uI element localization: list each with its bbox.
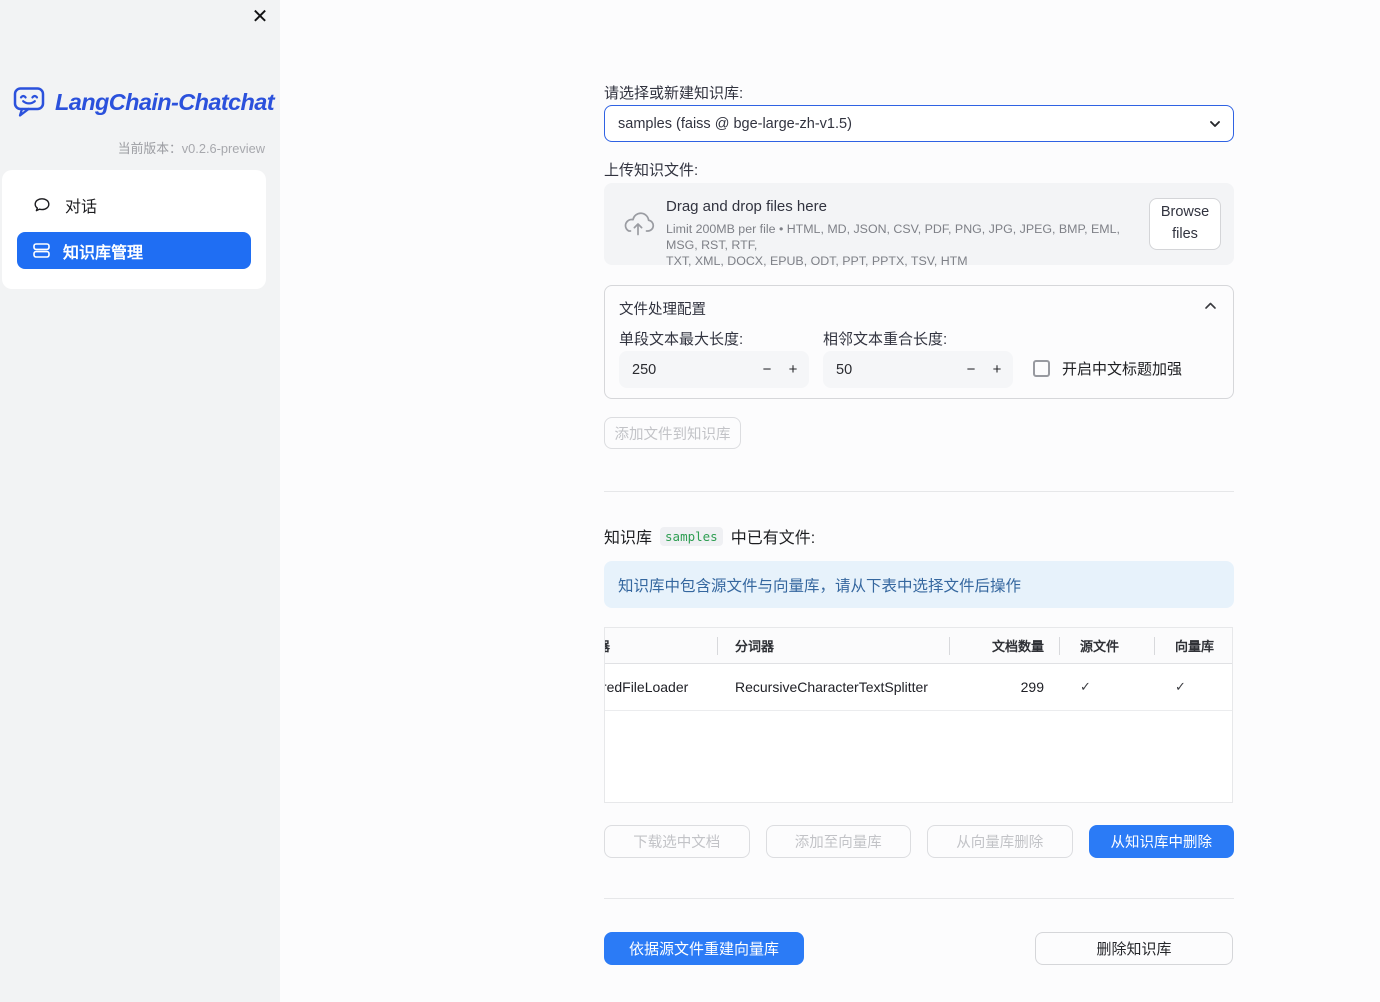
minus-stepper-button[interactable]: − [755,351,779,388]
chevron-up-icon[interactable] [1204,301,1217,310]
delete-from-vector-store-button[interactable]: 从向量库删除 [927,825,1073,858]
sidebar-item-label: 对话 [65,199,98,216]
expander-title[interactable]: 文件处理配置 [619,298,706,319]
header-source-file: 源文件 [1080,639,1120,654]
sidebar: ✕ LangChain-Chatchat 当前版本：v0.2.6-preview [0,0,280,1002]
cell-doc-count: 299 [1020,679,1044,695]
plus-stepper-button[interactable]: + [781,351,805,388]
file-config-expander: 文件处理配置 单段文本最大长度: 相邻文本重合长度: 250 − + 50 − … [604,285,1234,399]
kb-files-heading: 知识库 samples 中已有文件: [604,524,815,548]
main-content: 请选择或新建知识库: samples (faiss @ bge-large-zh… [604,0,1234,1002]
cell-splitter: RecursiveCharacterTextSplitter [735,679,928,695]
zh-title-enhance-checkbox[interactable] [1033,360,1050,377]
kb-select-value: samples (faiss @ bge-large-zh-v1.5) [618,115,852,132]
cell-source-file-check: ✓ [1080,679,1091,694]
sidebar-item-kb-management[interactable]: 知识库管理 [17,232,251,269]
chat-bubble-icon [33,196,51,214]
kb-files-table: 加载器 分词器 文档数量 源文件 向量库 UnstructuredFileLoa… [604,627,1233,803]
chunk-size-input[interactable]: 250 − + [619,351,809,388]
overlap-size-label: 相邻文本重合长度: [823,331,948,348]
chunk-size-value: 250 [632,361,657,378]
column-separator [949,637,950,655]
add-to-vector-store-button[interactable]: 添加至向量库 [765,825,911,858]
kb-stack-icon [33,243,50,258]
divider [604,491,1234,492]
column-separator [717,637,718,655]
delete-from-kb-button[interactable]: 从知识库中删除 [1088,825,1234,858]
zh-title-enhance-row: 开启中文标题加强 [1033,358,1182,379]
kb-name-chip: samples [660,526,723,546]
table-row[interactable]: UnstructuredFileLoader RecursiveCharacte… [605,664,1232,711]
column-separator [1154,637,1155,655]
sidebar-menu: 对话 知识库管理 [2,170,266,289]
kb-files-suffix: 中已有文件: [730,530,816,547]
header-doc-count: 文档数量 [991,639,1044,654]
logo-chat-face-icon [12,85,46,119]
column-separator [1059,637,1060,655]
add-files-to-kb-button[interactable]: 添加文件到知识库 [604,417,741,449]
dropzone-title: Drag and drop files here [666,198,827,215]
download-selected-button[interactable]: 下载选中文档 [604,825,750,858]
info-banner: 知识库中包含源文件与向量库，请从下表中选择文件后操作 [604,561,1234,608]
zh-title-enhance-label: 开启中文标题加强 [1062,361,1183,378]
table-header-row: 加载器 分词器 文档数量 源文件 向量库 [605,628,1232,664]
overlap-size-value: 50 [836,361,853,378]
delete-kb-button[interactable]: 删除知识库 [1035,932,1233,965]
chevron-down-icon [1208,117,1222,131]
overlap-size-input[interactable]: 50 − + [823,351,1013,388]
cell-loader: UnstructuredFileLoader [605,679,689,695]
header-loader: 加载器 [605,636,717,655]
kb-files-prefix: 知识库 [604,530,653,547]
cell-vector-store-check: ✓ [1175,679,1186,694]
sidebar-item-chat[interactable]: 对话 [17,185,251,225]
kb-select-label: 请选择或新建知识库: [604,85,744,102]
sidebar-item-label: 知识库管理 [63,244,144,262]
app-window: ✕ LangChain-Chatchat 当前版本：v0.2.6-preview [0,0,1380,1002]
header-splitter: 分词器 [735,639,775,654]
logo: LangChain-Chatchat [12,85,275,119]
dropzone-hint: Limit 200MB per file • HTML, MD, JSON, C… [666,222,1120,268]
cloud-upload-icon [621,210,655,238]
divider [604,898,1234,899]
upload-label: 上传知识文件: [604,162,699,179]
version-text: 当前版本：v0.2.6-preview [117,141,265,156]
file-action-buttons: 下载选中文档 添加至向量库 从向量库删除 从知识库中删除 [604,825,1234,858]
browse-files-button[interactable]: Browse files [1149,198,1221,250]
logo-text: LangChain-Chatchat [55,88,275,115]
minus-stepper-button[interactable]: − [959,351,983,388]
kb-select-dropdown[interactable]: samples (faiss @ bge-large-zh-v1.5) [604,105,1234,142]
file-dropzone[interactable]: Drag and drop files here Limit 200MB per… [604,183,1234,268]
sidebar-close-icon[interactable]: ✕ [247,4,273,30]
plus-stepper-button[interactable]: + [985,351,1009,388]
rebuild-vector-store-button[interactable]: 依据源文件重建向量库 [604,932,804,965]
chunk-size-label: 单段文本最大长度: [619,331,744,348]
header-vector-store: 向量库 [1175,639,1215,654]
